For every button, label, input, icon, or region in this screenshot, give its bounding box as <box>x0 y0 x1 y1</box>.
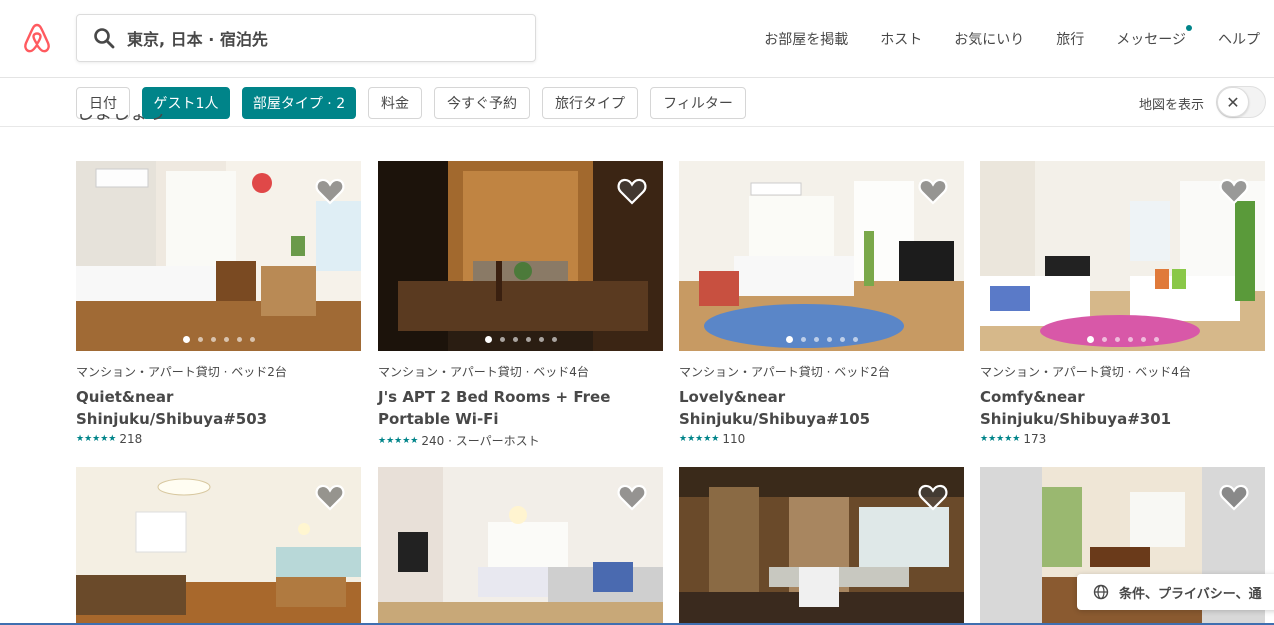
listing-photo[interactable] <box>378 161 663 351</box>
review-count: 240 · スーパーホスト <box>421 434 540 448</box>
nav-host-listing[interactable]: お部屋を掲載 <box>748 29 864 49</box>
listing-photo[interactable] <box>980 161 1265 351</box>
star-rating-icon: ★★★★★ <box>378 435 419 446</box>
terms-privacy-button[interactable]: 条件、プライバシー、通 <box>1077 574 1274 610</box>
filter-more[interactable]: フィルター <box>650 87 746 119</box>
save-heart-icon[interactable] <box>1219 177 1249 205</box>
save-heart-icon[interactable] <box>1219 483 1249 511</box>
listing-card[interactable] <box>378 467 663 625</box>
listing-card[interactable] <box>76 467 361 625</box>
section-heading-text: しましょう <box>76 114 166 124</box>
listing-photo[interactable] <box>679 161 964 351</box>
star-rating-icon: ★★★★★ <box>679 434 720 444</box>
section-heading: しましょう <box>76 114 166 127</box>
carousel-dots <box>76 336 361 343</box>
listing-rating: ★★★★★ 110 <box>679 432 964 446</box>
listing-photo[interactable] <box>76 467 361 625</box>
star-rating-icon: ★★★★★ <box>980 434 1021 444</box>
review-count: 218 <box>119 432 143 446</box>
airbnb-logo-icon[interactable] <box>22 22 52 54</box>
listing-rating: ★★★★★ 240 · スーパーホスト <box>378 432 663 449</box>
listing-card[interactable]: マンション・アパート貸切 · ベッド4台 J's APT 2 Bed Rooms… <box>378 161 663 449</box>
listing-title[interactable]: Quiet&near Shinjuku/Shibuya#503 <box>76 386 361 430</box>
review-count: 173 <box>1023 432 1047 446</box>
carousel-dots <box>679 336 964 343</box>
nav-trips[interactable]: 旅行 <box>1040 29 1100 49</box>
filter-price[interactable]: 料金 <box>368 87 422 119</box>
listing-type: マンション・アパート貸切 · ベッド2台 <box>76 365 287 379</box>
nav-help[interactable]: ヘルプ <box>1202 29 1274 49</box>
save-heart-icon[interactable] <box>918 177 948 205</box>
nav-saved[interactable]: お気にいり <box>938 29 1040 49</box>
nav-messages[interactable]: メッセージ <box>1100 25 1202 49</box>
listing-title[interactable]: Lovely&near Shinjuku/Shibuya#105 <box>679 386 964 430</box>
search-bar[interactable]: 東京, 日本 · 宿泊先 <box>76 14 536 62</box>
show-map-label: 地図を表示 <box>1139 98 1205 113</box>
carousel-dots <box>378 336 663 343</box>
listing-rating: ★★★★★ 218 <box>76 432 361 446</box>
listing-type: マンション・アパート貸切 · ベッド4台 <box>378 365 589 379</box>
listing-card[interactable]: マンション・アパート貸切 · ベッド2台 Quiet&near Shinjuku… <box>76 161 361 446</box>
listing-photo[interactable] <box>679 467 964 625</box>
filter-room-type[interactable]: 部屋タイプ · 2 <box>242 87 356 119</box>
filter-bar: 日付 ゲスト1人 部屋タイプ · 2 料金 今すぐ予約 旅行タイプ フィルター … <box>0 79 1274 127</box>
notification-dot <box>1186 25 1192 31</box>
listing-card[interactable]: マンション・アパート貸切 · ベッド4台 Comfy&near Shinjuku… <box>980 161 1265 446</box>
carousel-dots <box>980 336 1265 343</box>
star-rating-icon: ★★★★★ <box>76 434 117 444</box>
listing-title[interactable]: J's APT 2 Bed Rooms + Free Portable Wi-F… <box>378 386 663 430</box>
top-nav: お部屋を掲載 ホスト お気にいり 旅行 メッセージ ヘルプ <box>748 0 1274 78</box>
listing-card[interactable] <box>679 467 964 625</box>
top-header: 東京, 日本 · 宿泊先 お部屋を掲載 ホスト お気にいり 旅行 メッセージ ヘ… <box>0 0 1274 78</box>
listing-photo[interactable] <box>378 467 663 625</box>
filter-trip-type[interactable]: 旅行タイプ <box>542 87 638 119</box>
listing-type: マンション・アパート貸切 · ベッド4台 <box>980 365 1191 379</box>
search-icon <box>94 28 115 49</box>
search-input[interactable]: 東京, 日本 · 宿泊先 <box>127 26 268 50</box>
review-count: 110 <box>722 432 746 446</box>
nav-host[interactable]: ホスト <box>864 29 938 49</box>
nav-messages-label: メッセージ <box>1116 32 1186 48</box>
terms-privacy-label: 条件、プライバシー、通 <box>1119 586 1262 602</box>
listing-photo[interactable] <box>76 161 361 351</box>
listing-card[interactable]: マンション・アパート貸切 · ベッド2台 Lovely&near Shinjuk… <box>679 161 964 446</box>
close-icon: ✕ <box>1217 87 1249 117</box>
listing-rating: ★★★★★ 173 <box>980 432 1265 446</box>
save-heart-icon[interactable] <box>315 483 345 511</box>
show-map-toggle[interactable]: ✕ <box>1216 86 1266 118</box>
save-heart-icon[interactable] <box>918 483 948 511</box>
save-heart-icon[interactable] <box>617 177 647 205</box>
listing-type: マンション・アパート貸切 · ベッド2台 <box>679 365 890 379</box>
save-heart-icon[interactable] <box>315 177 345 205</box>
listing-title[interactable]: Comfy&near Shinjuku/Shibuya#301 <box>980 386 1265 430</box>
filter-instant-book[interactable]: 今すぐ予約 <box>434 87 530 119</box>
save-heart-icon[interactable] <box>617 483 647 511</box>
globe-icon <box>1093 584 1109 600</box>
